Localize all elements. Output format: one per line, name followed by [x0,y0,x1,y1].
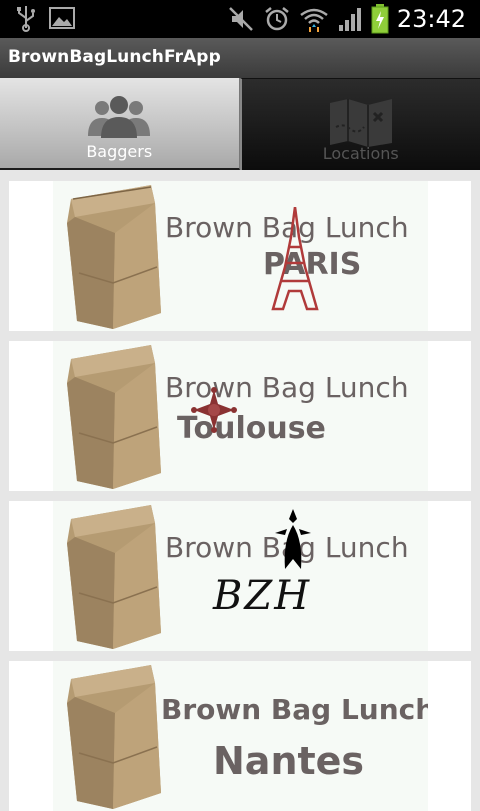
logo-line1: Brown Bag Lunch [161,693,428,726]
status-time: 23:42 [397,4,466,34]
occitan-cross-icon [191,387,237,437]
logo-line2: BZH [213,573,311,619]
battery-charging-icon [371,4,389,34]
wifi-icon [299,5,329,33]
list-item-bzh[interactable]: Brown Bag Lunch BZH [9,501,471,651]
tab-baggers[interactable]: Baggers [0,78,240,170]
paper-bag-icon [59,503,163,651]
bagger-logo: Brown Bag Lunch BZH [53,501,428,651]
signal-icon [337,5,363,33]
baggers-list: Brown Bag Lunch PARIS Brown [0,170,480,800]
app-title: BrownBagLunchFrApp [8,47,221,67]
tab-baggers-label: Baggers [0,142,239,161]
eiffel-tower-icon [267,207,323,315]
map-icon [328,97,394,151]
logo-line2: Nantes [213,739,364,783]
bagger-logo: Brown Bag Lunch Nantes [53,661,428,811]
tab-locations-label: Locations [242,144,480,163]
tab-locations[interactable]: Locations [240,78,480,170]
people-icon [84,96,154,144]
ermine-icon [275,509,311,575]
status-bar: 23:42 [0,0,480,38]
image-icon [48,4,76,32]
bagger-logo: Brown Bag Lunch Toulouse [53,341,428,491]
paper-bag-icon [59,343,163,491]
list-item-nantes[interactable]: Brown Bag Lunch Nantes [9,661,471,811]
mute-icon [227,5,255,33]
bagger-logo: Brown Bag Lunch PARIS [53,181,428,331]
list-item-paris[interactable]: Brown Bag Lunch PARIS [9,181,471,331]
paper-bag-icon [59,183,163,331]
alarm-icon [263,5,291,33]
title-bar: BrownBagLunchFrApp [0,38,480,79]
paper-bag-icon [59,663,163,811]
tab-bar: Baggers Locations [0,78,480,170]
list-item-toulouse[interactable]: Brown Bag Lunch Toulouse [9,341,471,491]
usb-icon [14,4,38,32]
